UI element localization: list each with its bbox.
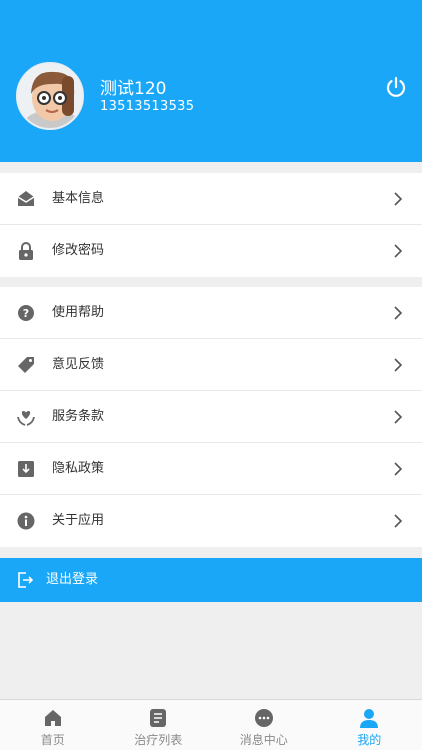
user-phone: 13513513535 [100,99,195,114]
bottom-tab-bar: 首页 治疗列表 消息中心 我的 [0,699,422,750]
menu-group-info: ? 使用帮助 意见反馈 服务条款 隐私政策 关于应用 [0,287,422,547]
power-icon[interactable] [384,75,408,99]
chevron-right-icon [392,513,404,529]
menu-item-label: 隐私政策 [52,461,105,476]
chevron-right-icon [392,461,404,477]
message-icon [253,707,275,729]
menu-item-label: 使用帮助 [52,305,105,320]
avatar[interactable] [16,62,84,130]
menu-item-label: 基本信息 [52,191,105,206]
tab-treatment-list[interactable]: 治疗列表 [106,700,212,750]
chevron-right-icon [392,409,404,425]
menu-item-about[interactable]: 关于应用 [0,495,422,547]
lock-icon [16,241,36,261]
chevron-right-icon [392,191,404,207]
list-icon [147,707,169,729]
menu-item-feedback[interactable]: 意见反馈 [0,339,422,391]
menu-group-account: 基本信息 修改密码 [0,173,422,277]
menu-item-change-password[interactable]: 修改密码 [0,225,422,277]
chevron-right-icon [392,357,404,373]
logout-icon [16,571,34,589]
svg-text:?: ? [23,307,29,320]
tab-home[interactable]: 首页 [0,700,106,750]
menu-item-label: 意见反馈 [52,357,105,372]
profile-header: 测试120 13513513535 [0,0,422,162]
menu-item-label: 修改密码 [52,243,105,258]
envelope-open-icon [16,189,36,209]
heart-hands-icon [16,407,36,427]
user-icon [358,707,380,729]
menu-item-help[interactable]: ? 使用帮助 [0,287,422,339]
tab-label: 首页 [40,733,65,747]
user-name: 测试120 [100,79,167,99]
menu-item-terms[interactable]: 服务条款 [0,391,422,443]
home-icon [42,707,64,729]
chevron-right-icon [392,305,404,321]
tab-label: 消息中心 [239,733,288,747]
logout-button[interactable]: 退出登录 [0,558,422,602]
tab-label: 治疗列表 [134,733,183,747]
tab-mine[interactable]: 我的 [317,700,422,750]
menu-item-privacy[interactable]: 隐私政策 [0,443,422,495]
chevron-right-icon [392,243,404,259]
tab-messages[interactable]: 消息中心 [211,700,317,750]
menu-item-label: 关于应用 [52,513,105,528]
info-icon [16,511,36,531]
tab-label: 我的 [357,733,382,747]
logout-label: 退出登录 [46,572,99,587]
privacy-icon [16,459,36,479]
tag-icon [16,355,36,375]
menu-item-basic-info[interactable]: 基本信息 [0,173,422,225]
menu-item-label: 服务条款 [52,409,105,424]
question-icon: ? [16,303,36,323]
